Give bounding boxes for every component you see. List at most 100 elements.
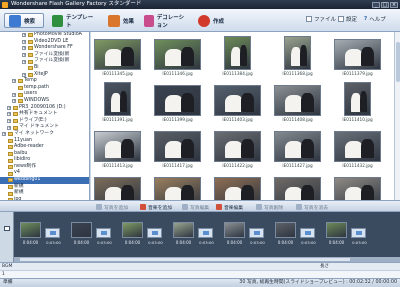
bgm-row[interactable]: 1 bbox=[0, 270, 400, 278]
transition-slot[interactable]: 0:03:00 bbox=[249, 228, 265, 245]
folder-tree-item[interactable]: Bi bbox=[0, 65, 89, 72]
folder-tree-item[interactable]: + マイ ネットワーク bbox=[0, 131, 89, 138]
transition-slot[interactable]: 0:03:00 bbox=[147, 228, 163, 245]
transition-slot[interactable]: 0:03:00 bbox=[300, 228, 316, 245]
photo-thumbnail[interactable] bbox=[274, 174, 321, 200]
folder-tree-item[interactable]: + ファイル変換(新 bbox=[0, 58, 89, 65]
expand-icon[interactable]: + bbox=[12, 92, 16, 97]
help-menu[interactable]: ? ヘルプ bbox=[364, 15, 386, 23]
template-tab[interactable]: テンプレート bbox=[48, 13, 100, 29]
create-tab[interactable]: 作成 bbox=[194, 13, 228, 28]
expand-icon[interactable]: + bbox=[7, 119, 11, 124]
expand-icon[interactable]: + bbox=[22, 59, 26, 64]
folder-tree-item[interactable]: Adbe-reader bbox=[0, 144, 89, 151]
folder-tree-item[interactable]: + XiteJP bbox=[0, 72, 89, 79]
transition-icon bbox=[203, 231, 209, 235]
close-button[interactable]: × bbox=[390, 1, 398, 8]
timeline-slide[interactable]: 0:04:00 bbox=[273, 220, 298, 248]
timeline-slide[interactable]: 0:04:00 bbox=[324, 220, 349, 248]
file-menu[interactable]: ファイル bbox=[306, 15, 336, 23]
groom-figure bbox=[241, 185, 254, 200]
folder-tree-item[interactable]: wedding01 bbox=[0, 177, 89, 184]
timeline-slide[interactable]: 0:04:00 bbox=[69, 220, 94, 248]
transition-slot[interactable]: 0:03:00 bbox=[45, 228, 61, 245]
folder-tree-item[interactable]: 新規 bbox=[0, 190, 89, 197]
folder-tree-item[interactable]: + マイ ドキュメント bbox=[0, 124, 89, 131]
photo-thumbnail[interactable]: IE0111391.jpg bbox=[94, 82, 141, 122]
photo-thumbnail[interactable]: IE0111408.jpg bbox=[274, 82, 321, 122]
photo-thumbnail[interactable]: IE0111399.jpg bbox=[154, 82, 201, 122]
photo-thumbnail[interactable]: IE0111379.jpg bbox=[334, 36, 381, 76]
folder-tree-item[interactable]: + Wondershare FF bbox=[0, 45, 89, 52]
storyboard-action-button[interactable]: 音楽編集 bbox=[216, 203, 243, 211]
folder-tree[interactable]: + PhotoMovie StudioA + Video2DVD LE + Wonders… bbox=[0, 32, 90, 200]
timeline-scrollbar-thumb[interactable] bbox=[20, 258, 350, 261]
photo-thumbnail[interactable]: IE0111417.jpg bbox=[154, 128, 201, 168]
settings-menu[interactable]: 設定 bbox=[338, 15, 357, 23]
grid-scrollbar[interactable] bbox=[394, 32, 400, 200]
folder-tree-item[interactable]: temp.path bbox=[0, 85, 89, 92]
photo-thumbnail[interactable]: IE0111427.jpg bbox=[274, 128, 321, 168]
photo-thumbnail[interactable]: IE0111410.jpg bbox=[334, 82, 381, 122]
action-icon bbox=[296, 204, 302, 210]
transition-slot[interactable]: 0:03:00 bbox=[198, 228, 214, 245]
storyboard-action-button[interactable]: 写真編集 bbox=[182, 203, 209, 211]
timeline-slide[interactable]: 0:04:00 bbox=[171, 220, 196, 248]
photo-thumbnail[interactable]: IE0111413.jpg bbox=[94, 128, 141, 168]
expand-icon[interactable]: + bbox=[2, 132, 6, 137]
expand-icon[interactable]: + bbox=[7, 105, 11, 110]
storyboard-action-button[interactable]: 写真を消去 bbox=[296, 203, 328, 211]
photo-thumbnail[interactable]: IE0111422.jpg bbox=[214, 128, 261, 168]
timeline-slide[interactable]: 0:04:00 bbox=[222, 220, 247, 248]
folder-tree-item[interactable]: libidiro bbox=[0, 157, 89, 164]
grid-scrollbar-thumb[interactable] bbox=[396, 42, 400, 82]
search-tab[interactable]: 検索 bbox=[4, 13, 44, 28]
transition-slot[interactable]: 0:03:00 bbox=[351, 228, 367, 245]
timeline-slide[interactable]: 0:04:00 bbox=[120, 220, 145, 248]
storyboard-view-icon[interactable] bbox=[4, 226, 10, 231]
expand-icon[interactable]: + bbox=[12, 99, 16, 104]
expand-icon[interactable]: + bbox=[22, 46, 26, 51]
photo-thumbnail[interactable] bbox=[214, 174, 261, 200]
photo-thumbnail[interactable] bbox=[94, 174, 141, 200]
photo-thumbnail[interactable]: IE0111346.jpg bbox=[154, 36, 201, 76]
groom-figure bbox=[301, 93, 314, 113]
bgm-row-index: 1 bbox=[2, 272, 5, 277]
folder-tree-item[interactable]: + Temp bbox=[0, 78, 89, 85]
photo-thumbnail[interactable]: IE0111403.jpg bbox=[214, 82, 261, 122]
timeline-slide[interactable]: 0:04:00 bbox=[18, 220, 43, 248]
expand-icon[interactable]: + bbox=[7, 112, 11, 117]
photo-thumbnail[interactable]: IE0111345.jpg bbox=[94, 36, 141, 76]
photo-thumbnail[interactable]: IE0111368.jpg bbox=[274, 36, 321, 76]
folder-tree-item[interactable]: + WINDOWS bbox=[0, 98, 89, 105]
photo-image bbox=[214, 85, 261, 116]
photo-thumbnail[interactable] bbox=[154, 174, 201, 200]
search-tab-label: 検索 bbox=[24, 18, 36, 25]
expand-icon[interactable]: + bbox=[7, 125, 11, 130]
photo-thumbnail[interactable]: IE0111384.jpg bbox=[214, 36, 261, 76]
storyboard-action-button[interactable]: 写真削除 bbox=[256, 203, 283, 211]
photo-thumbnail[interactable] bbox=[334, 174, 381, 200]
effect-tab[interactable]: 効果 bbox=[104, 13, 138, 28]
transition-slot[interactable]: 0:03:00 bbox=[96, 228, 112, 245]
transition-duration: 0:03:00 bbox=[199, 240, 214, 245]
decoration-tab[interactable]: デコレーション bbox=[140, 13, 192, 29]
expand-icon[interactable]: + bbox=[22, 39, 26, 44]
folder-tree-item[interactable]: + PhotoMovie StudioA bbox=[0, 32, 89, 39]
folder-tree-item[interactable]: + users bbox=[0, 91, 89, 98]
transition-icon bbox=[101, 231, 107, 235]
photo-thumbnail[interactable]: IE0111432.jpg bbox=[334, 128, 381, 168]
settings-menu-label: 設定 bbox=[346, 17, 358, 23]
expand-icon[interactable]: + bbox=[22, 53, 26, 58]
minimize-button[interactable]: _ bbox=[372, 1, 380, 8]
expand-icon[interactable]: + bbox=[12, 79, 16, 84]
expand-icon[interactable]: + bbox=[22, 33, 26, 38]
storyboard-action-button[interactable]: 音楽を追加 bbox=[140, 203, 172, 211]
folder-tree-item[interactable]: + 共有ドキュメント bbox=[0, 111, 89, 118]
storyboard-action-button[interactable]: 写真を追加 bbox=[96, 203, 128, 211]
expand-icon[interactable]: + bbox=[22, 72, 26, 77]
action-label: 写真編集 bbox=[190, 205, 210, 211]
folder-icon bbox=[27, 66, 33, 71]
storyboard-timeline: 0:04:00 0:03:00 0:04:00 0:03:00 0:04:00 0:03:… bbox=[0, 212, 400, 262]
maximize-button[interactable]: □ bbox=[381, 1, 389, 8]
